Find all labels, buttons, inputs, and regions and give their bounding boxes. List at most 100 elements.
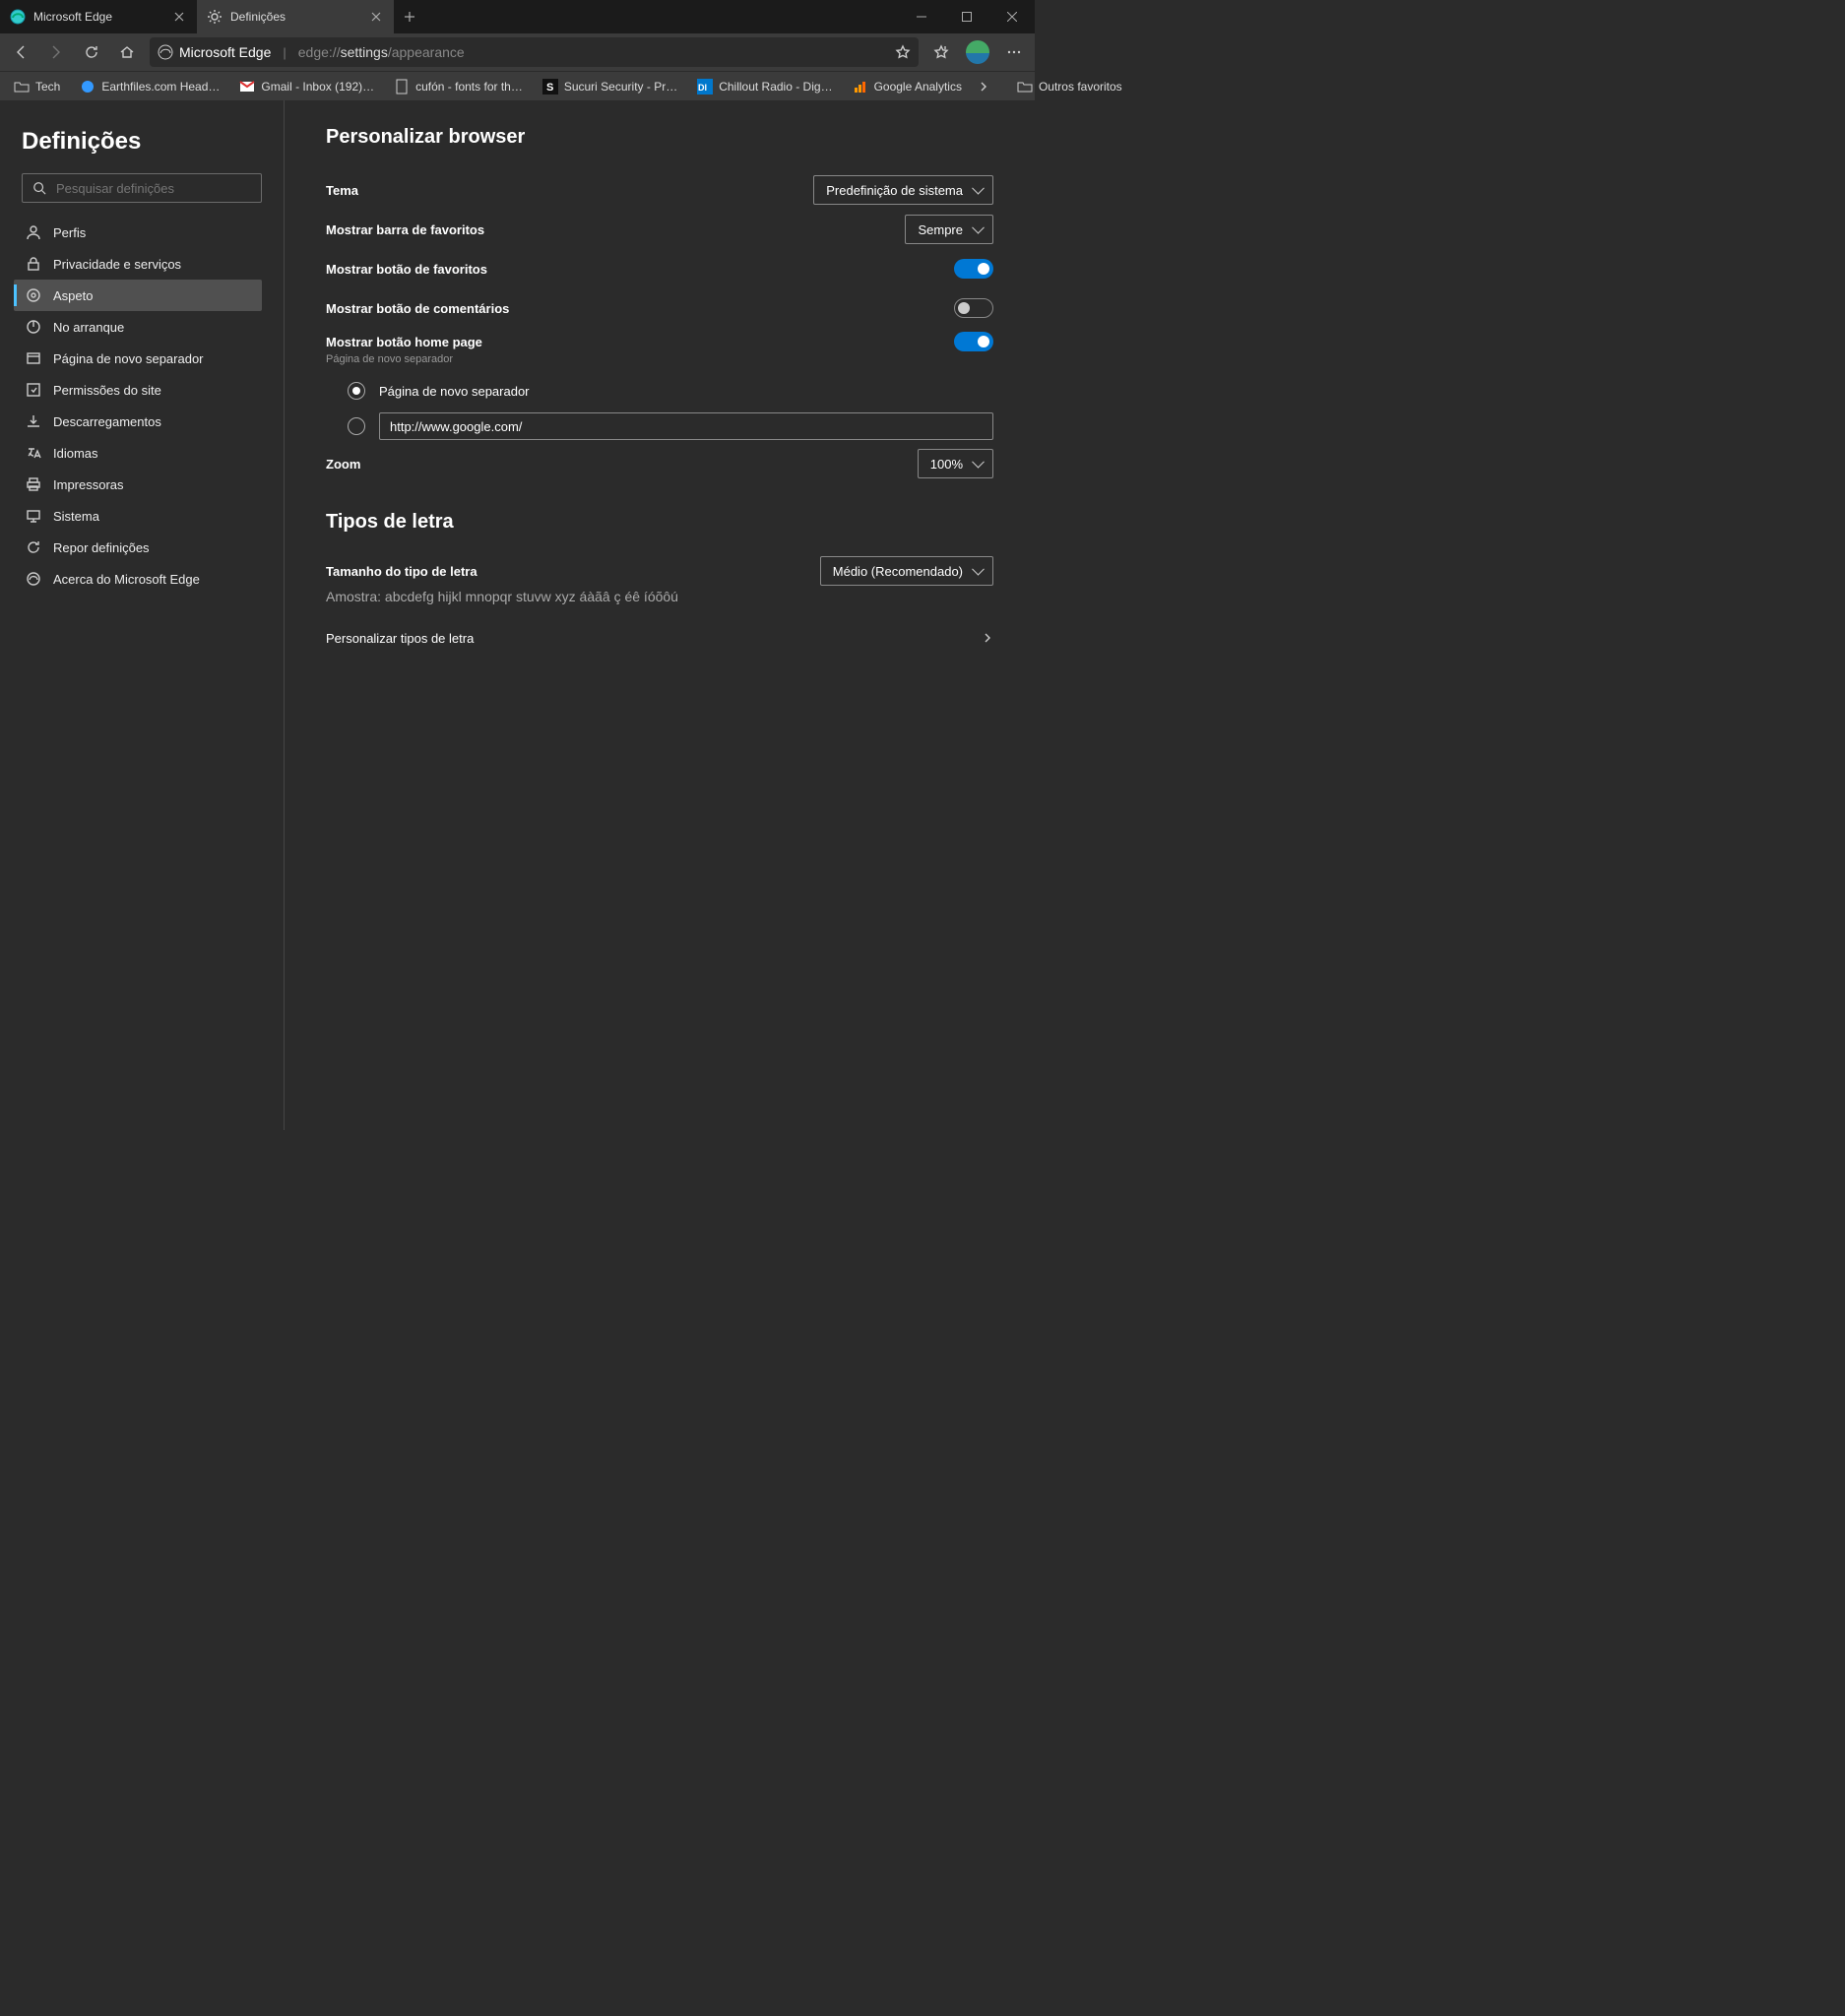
nav-about[interactable]: Acerca do Microsoft Edge: [14, 563, 262, 595]
bookmark-earthfiles[interactable]: Earthfiles.com Head…: [72, 75, 227, 98]
radio-row-url: [326, 409, 993, 444]
close-icon[interactable]: [368, 9, 384, 25]
label-feedback: Mostrar botão de comentários: [326, 301, 509, 316]
tab-edge[interactable]: Microsoft Edge: [0, 0, 197, 33]
sidebar-title: Definições: [22, 128, 262, 156]
reset-icon: [26, 539, 41, 555]
row-theme: Tema Predefinição de sistema: [326, 170, 993, 210]
bookmark-gmail[interactable]: Gmail - Inbox (192)…: [231, 75, 382, 98]
row-feedback: Mostrar botão de comentários: [326, 288, 993, 328]
bookmark-tech[interactable]: Tech: [6, 75, 68, 98]
search-icon: [32, 181, 46, 195]
nav-downloads[interactable]: Descarregamentos: [14, 406, 262, 437]
close-icon[interactable]: [171, 9, 187, 25]
nav-languages[interactable]: Idiomas: [14, 437, 262, 469]
close-window-button[interactable]: [989, 0, 1035, 33]
search-settings[interactable]: [22, 173, 262, 203]
row-home: Mostrar botão home page: [326, 328, 993, 355]
toggle-favbtn[interactable]: [954, 259, 993, 279]
radio-custom-url[interactable]: [348, 417, 365, 435]
tab-label: Microsoft Edge: [33, 10, 163, 24]
label-zoom: Zoom: [326, 457, 360, 472]
minimize-button[interactable]: [899, 0, 944, 33]
svg-text:S: S: [546, 82, 553, 94]
refresh-button[interactable]: [75, 35, 108, 69]
address-app-name: Microsoft Edge: [179, 44, 271, 60]
dropdown-favbar[interactable]: Sempre: [905, 215, 993, 244]
bookmark-chillout[interactable]: DI Chillout Radio - Dig…: [689, 75, 840, 98]
label-favbar: Mostrar barra de favoritos: [326, 222, 484, 237]
font-sample: Amostra: abcdefg hijkl mnopqr stuvw xyz …: [326, 589, 993, 604]
edge-icon: [26, 571, 41, 587]
homepage-url-input[interactable]: [379, 412, 993, 440]
separator: |: [283, 45, 286, 60]
titlebar: Microsoft Edge Definições: [0, 0, 1035, 33]
section-fonts-title: Tipos de letra: [326, 511, 993, 534]
system-icon: [26, 508, 41, 524]
settings-content: Personalizar browser Tema Predefinição d…: [285, 100, 1035, 1130]
analytics-icon: [853, 79, 868, 94]
nav-printers[interactable]: Impressoras: [14, 469, 262, 500]
home-button[interactable]: [110, 35, 144, 69]
nav-startup[interactable]: No arranque: [14, 311, 262, 343]
dropdown-fontsize[interactable]: Médio (Recomendado): [820, 556, 993, 586]
toggle-feedback[interactable]: [954, 298, 993, 318]
row-fontsize: Tamanho do tipo de letra Médio (Recomend…: [326, 555, 993, 587]
nav-reset[interactable]: Repor definições: [14, 532, 262, 563]
chevron-right-icon: [982, 632, 993, 644]
profile-avatar[interactable]: [966, 40, 989, 64]
row-customize-fonts[interactable]: Personalizar tipos de letra: [326, 618, 993, 658]
gmail-icon: [239, 79, 255, 94]
svg-text:DI: DI: [698, 83, 707, 93]
edge-icon: [158, 44, 173, 60]
tab-settings[interactable]: Definições: [197, 0, 394, 33]
nav-system[interactable]: Sistema: [14, 500, 262, 532]
favorite-icon[interactable]: [895, 44, 911, 60]
bookmark-sucuri[interactable]: S Sucuri Security - Pr…: [535, 75, 685, 98]
folder-icon: [14, 79, 30, 94]
nav-profiles[interactable]: Perfis: [14, 217, 262, 248]
nav-site-permissions[interactable]: Permissões do site: [14, 374, 262, 406]
settings-sidebar: Definições Perfis Privacidade e serviços…: [0, 100, 285, 1130]
maximize-button[interactable]: [944, 0, 989, 33]
main-area: Definições Perfis Privacidade e serviços…: [0, 100, 1035, 1130]
settings-nav: Perfis Privacidade e serviços Aspeto No …: [14, 217, 262, 595]
other-favorites[interactable]: Outros favoritos: [1009, 75, 1130, 98]
window-controls: [899, 0, 1035, 33]
address-bar[interactable]: Microsoft Edge | edge://settings/appeara…: [150, 37, 919, 67]
radio-newtab[interactable]: [348, 382, 365, 400]
tabs-area: Microsoft Edge Definições: [0, 0, 899, 33]
search-input[interactable]: [56, 181, 251, 196]
toolbar: Microsoft Edge | edge://settings/appeara…: [0, 33, 1035, 71]
forward-button[interactable]: [39, 35, 73, 69]
window-icon: [26, 350, 41, 366]
label-fontsize: Tamanho do tipo de letra: [326, 564, 477, 579]
sublabel-home: Página de novo separador: [326, 353, 993, 365]
nav-newtab[interactable]: Página de novo separador: [14, 343, 262, 374]
dropdown-zoom[interactable]: 100%: [918, 449, 993, 478]
row-zoom: Zoom 100%: [326, 444, 993, 483]
nav-appearance[interactable]: Aspeto: [14, 280, 262, 311]
label-customize-fonts: Personalizar tipos de letra: [326, 631, 474, 646]
back-button[interactable]: [4, 35, 37, 69]
printer-icon: [26, 476, 41, 492]
edge-icon: [10, 9, 26, 25]
tab-label: Definições: [230, 10, 360, 24]
person-icon: [26, 224, 41, 240]
section-customize-title: Personalizar browser: [326, 126, 993, 149]
new-tab-button[interactable]: [394, 0, 425, 33]
permissions-icon: [26, 382, 41, 398]
label-favbtn: Mostrar botão de favoritos: [326, 262, 487, 277]
dropdown-theme[interactable]: Predefinição de sistema: [813, 175, 993, 205]
favorites-button[interactable]: [924, 35, 958, 69]
bookmarks-overflow[interactable]: [978, 81, 989, 93]
nav-privacy[interactable]: Privacidade e serviços: [14, 248, 262, 280]
appearance-icon: [26, 287, 41, 303]
bookmark-analytics[interactable]: Google Analytics: [845, 75, 970, 98]
bookmark-cufon[interactable]: cufón - fonts for th…: [386, 75, 531, 98]
page-icon: [394, 79, 410, 94]
radio-row-newtab: Página de novo separador: [326, 373, 993, 409]
menu-button[interactable]: [997, 35, 1031, 69]
radio-newtab-label: Página de novo separador: [379, 384, 530, 399]
toggle-home[interactable]: [954, 332, 993, 351]
